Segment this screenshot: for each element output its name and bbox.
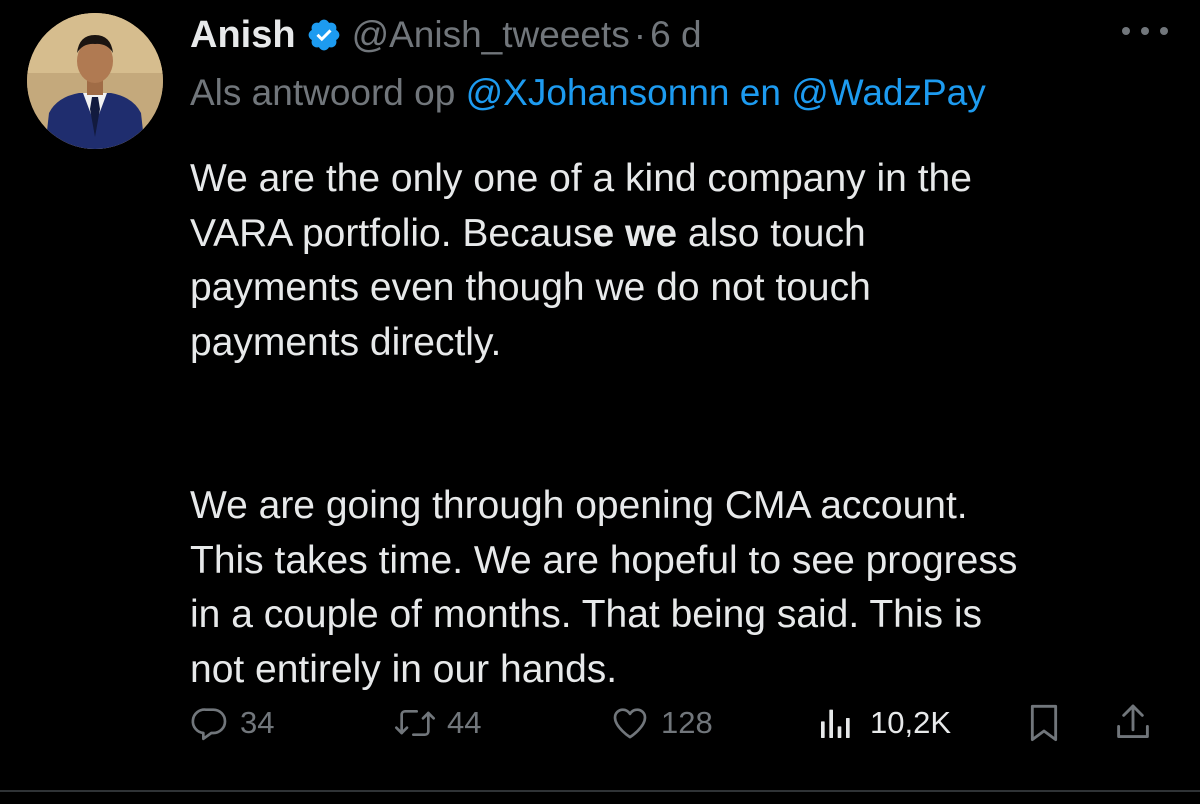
header-separator: ·: [633, 14, 647, 55]
views-button[interactable]: 10,2K: [816, 696, 951, 750]
tweet-card[interactable]: Anish @Anish_tweeets · 6 d Als antwoord …: [0, 0, 1200, 790]
share-button[interactable]: [1112, 696, 1154, 750]
text-line: payments directly.: [190, 320, 502, 364]
author-handle[interactable]: @Anish_tweeets: [352, 14, 630, 56]
reply-prefix: Als antwoord op: [190, 72, 456, 113]
profile-photo-image: [27, 13, 163, 149]
reply-count: 34: [240, 705, 275, 740]
views-count: 10,2K: [870, 705, 952, 740]
reply-icon: [191, 708, 227, 741]
reply-context: Als antwoord op @XJohansonnn en @WadzPay: [190, 72, 986, 114]
tweet-timestamp[interactable]: 6 d: [650, 14, 701, 56]
verified-badge-icon[interactable]: [306, 17, 342, 53]
like-count: 128: [661, 705, 713, 740]
text-line: in a couple of months. That being said. …: [190, 593, 983, 636]
tweet-actions: 34 44 128 10,2K: [0, 696, 1200, 750]
retweet-button[interactable]: 44: [393, 696, 481, 750]
share-icon: [1117, 704, 1149, 738]
bold-text-segment: e we: [592, 211, 678, 255]
text-segment: VARA portfolio. Becaus: [190, 211, 593, 255]
retweet-count: 44: [447, 705, 482, 740]
tweet-header: Anish @Anish_tweeets · 6 d: [190, 10, 702, 60]
reply-button[interactable]: 34: [190, 696, 274, 750]
text-line: not entirely in our hands.: [190, 647, 618, 691]
bookmark-icon: [1030, 704, 1058, 742]
text-line: We are going through opening CMA account…: [190, 484, 968, 527]
heart-icon: [613, 708, 647, 739]
views-icon: [821, 709, 850, 738]
author-name[interactable]: Anish: [190, 14, 296, 57]
tweet-paragraph: We are the only one of a kind company in…: [190, 152, 1180, 370]
mention-link[interactable]: @WadzPay: [791, 72, 986, 113]
avatar[interactable]: [27, 13, 163, 149]
text-line: VARA portfolio. Because we also touch: [190, 207, 1180, 262]
text-segment: also touch: [677, 211, 866, 255]
divider: [0, 790, 1200, 792]
text-line: This takes time. We are hopeful to see p…: [190, 538, 1018, 582]
bookmark-button[interactable]: [1024, 696, 1064, 750]
text-line: payments even though we do not touch: [190, 266, 871, 309]
mention-link[interactable]: @XJohansonnn: [466, 72, 730, 113]
tweet-text: We are the only one of a kind company in…: [190, 152, 1180, 697]
tweet-paragraph: We are going through opening CMA account…: [190, 479, 1180, 697]
like-button[interactable]: 128: [609, 696, 713, 750]
text-line: We are the only one of a kind company in…: [190, 157, 972, 200]
reply-joiner: en: [739, 72, 781, 113]
retweet-icon: [395, 710, 435, 736]
more-options-icon[interactable]: [1122, 20, 1168, 42]
